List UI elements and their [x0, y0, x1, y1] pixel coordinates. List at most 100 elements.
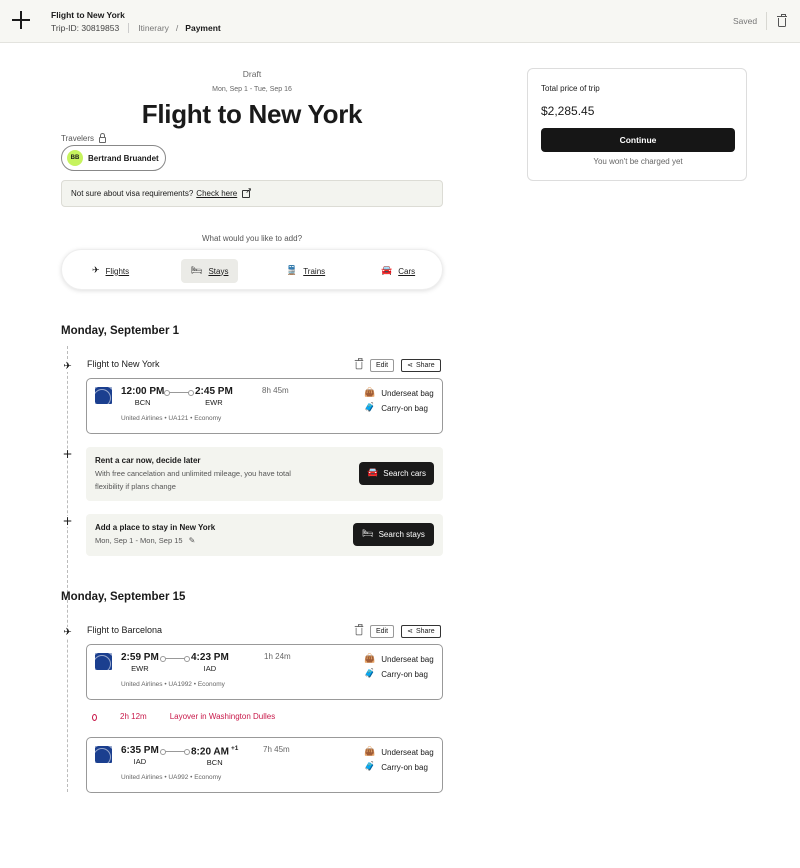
flight-duration: 7h 45m — [263, 745, 290, 754]
delete-trip-button[interactable] — [777, 14, 788, 27]
stay-dates: Mon, Sep 1 - Mon, Sep 15 — [95, 536, 183, 545]
plus-logo-icon[interactable] — [12, 11, 30, 29]
stay-promo: Add a place to stay in New York Mon, Sep… — [86, 514, 443, 556]
travelers-label-text: Travelers — [61, 134, 95, 143]
layover: 2h 12m Layover in Washington Dulles — [92, 712, 276, 721]
share-label: Share — [415, 628, 435, 635]
edit-button[interactable]: Edit — [370, 625, 395, 638]
delete-segment-icon[interactable] — [354, 624, 364, 636]
suitcase-icon: 🧳 — [364, 403, 376, 413]
flight-card[interactable]: 2:59 PM EWR 4:23 PM IAD 1h 24m United Airl… — [86, 644, 443, 700]
underseat-bag-label: Underseat bag — [381, 389, 434, 398]
plane-icon: ✈ — [62, 627, 73, 638]
traveler-name: Bertrand Bruandet — [88, 153, 159, 163]
departure: 2:59 PM EWR — [121, 652, 159, 673]
departure: 12:00 PM BCN — [121, 386, 164, 407]
stay-promo-dates: Mon, Sep 1 - Mon, Sep 15 ✎ — [95, 534, 195, 547]
trash-icon — [777, 14, 787, 27]
search-cars-label: Search cars — [383, 469, 426, 478]
departure: 6:35 PM IAD — [121, 745, 159, 766]
add-plus-icon[interactable]: + — [62, 515, 73, 527]
plane-icon: ✈ — [62, 361, 73, 372]
route-line — [160, 656, 190, 662]
draft-label: Draft — [242, 69, 262, 79]
share-label: Share — [415, 362, 435, 369]
flight-info: United Airlines • UA992 • Economy — [121, 774, 222, 781]
departure-time: 12:00 PM — [121, 386, 165, 397]
flight-duration: 1h 24m — [264, 652, 291, 661]
price-value: $2,285.45 — [541, 104, 595, 118]
visa-text: Not sure about visa requirements? — [71, 189, 194, 198]
breadcrumb-itinerary[interactable]: Itinerary — [138, 23, 169, 33]
layover-text: Layover in Washington Dulles — [169, 712, 276, 721]
add-plus-icon[interactable]: + — [62, 448, 73, 460]
layover-pin-icon — [92, 714, 97, 721]
segment-actions: Edit ⋖ Share — [354, 624, 441, 638]
suitcase-icon: 🧳 — [364, 762, 376, 772]
arrival-airport: BCN — [206, 758, 223, 768]
divider — [766, 12, 767, 30]
flight-card[interactable]: 6:35 PM IAD 8:20 AM +1 BCN 7h 45m United Ai… — [86, 737, 443, 793]
breadcrumb: Trip-ID: 30819853 Itinerary / Payment — [51, 23, 221, 33]
breadcrumb-payment: Payment — [185, 23, 221, 33]
trip-dates: Mon, Sep 1 - Tue, Sep 16 — [212, 86, 292, 93]
add-cars-button[interactable]: 🚘 Cars — [371, 259, 425, 283]
flight-duration: 8h 45m — [262, 386, 289, 395]
pencil-icon[interactable]: ✎ — [189, 536, 196, 545]
add-trains-button[interactable]: 🚆 Trains — [276, 259, 335, 283]
share-icon: ⋖ — [407, 361, 413, 369]
arrival-time: 8:20 AM — [191, 746, 229, 758]
external-link-icon[interactable] — [242, 186, 252, 198]
add-options-bar: ✈ Flights 🛏 Stays 🚆 Trains 🚘 Cars — [61, 249, 443, 290]
plane-icon: ✈ — [92, 265, 100, 276]
car-icon: 🚘 — [367, 468, 379, 478]
share-button[interactable]: ⋖ Share — [401, 359, 441, 372]
car-promo-heading: Rent a car now, decide later — [95, 456, 201, 465]
price-label: Total price of trip — [541, 84, 600, 93]
share-button[interactable]: ⋖ Share — [401, 625, 441, 638]
saved-status: Saved — [733, 16, 758, 26]
bed-icon: 🛏 — [362, 529, 374, 539]
layover-duration: 2h 12m — [120, 712, 147, 721]
traveler-chip[interactable]: BB Bertrand Bruandet — [61, 145, 166, 171]
underseat-bag: 👜 Underseat bag — [364, 388, 434, 399]
car-promo: Rent a car now, decide later With free c… — [86, 447, 443, 501]
delete-segment-icon[interactable] — [354, 358, 364, 370]
visa-notice: Not sure about visa requirements? Check … — [61, 180, 443, 207]
departure-airport: IAD — [133, 757, 147, 766]
share-icon: ⋖ — [407, 627, 413, 635]
search-stays-button[interactable]: 🛏 Search stays — [353, 523, 434, 546]
bag-icon: 👜 — [364, 654, 376, 664]
bag-icon: 👜 — [364, 388, 376, 398]
united-airlines-logo-icon — [95, 746, 112, 763]
car-promo-desc-2: flexibility if plans change — [95, 482, 176, 491]
flight-info: United Airlines • UA1992 • Economy — [121, 681, 225, 688]
car-promo-desc-1: With free cancelation and unlimited mile… — [95, 469, 291, 478]
breadcrumb-separator: / — [175, 23, 179, 33]
car-icon: 🚘 — [381, 265, 393, 276]
carryon-bag: 🧳 Carry-on bag — [364, 669, 428, 680]
segment-title: Flight to Barcelona — [87, 625, 163, 635]
arrival: 2:45 PM EWR — [195, 386, 233, 407]
bed-icon: 🛏 — [191, 265, 203, 276]
underseat-bag: 👜 Underseat bag — [364, 748, 434, 758]
segment-title: Flight to New York — [87, 359, 160, 369]
add-stays-button[interactable]: 🛏 Stays — [181, 259, 239, 283]
continue-button[interactable]: Continue — [541, 128, 735, 152]
lock-icon — [99, 133, 107, 143]
trip-title: Flight to New York — [51, 10, 125, 20]
add-flights-button[interactable]: ✈ Flights — [82, 259, 139, 283]
trip-id: Trip-ID: 30819853 — [51, 23, 120, 33]
divider — [128, 23, 130, 33]
arrival-day-offset: +1 — [230, 745, 239, 752]
day-heading: Monday, September 1 — [61, 325, 180, 337]
top-bar: Flight to New York Trip-ID: 30819853 Iti… — [0, 0, 800, 43]
visa-check-link[interactable]: Check here — [196, 189, 237, 198]
price-card: Total price of trip $2,285.45 Continue Y… — [527, 68, 747, 181]
arrival-time: 2:45 PM — [195, 386, 233, 397]
edit-button[interactable]: Edit — [370, 359, 395, 372]
suitcase-icon: 🧳 — [364, 669, 376, 679]
flight-card[interactable]: 12:00 PM BCN 2:45 PM EWR 8h 45m United Air… — [86, 378, 443, 434]
united-airlines-logo-icon — [95, 653, 112, 670]
search-cars-button[interactable]: 🚘 Search cars — [359, 462, 434, 485]
